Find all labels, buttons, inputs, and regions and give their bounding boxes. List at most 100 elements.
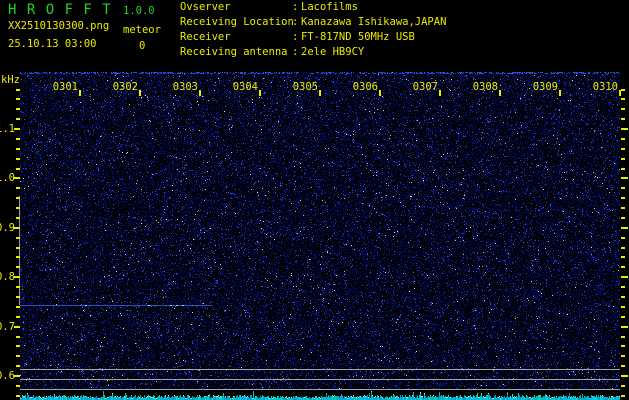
info-colon: : [292,16,298,28]
y-axis-tick-label: 0.9 [0,222,14,234]
axis-tick [16,118,20,120]
axis-tick [621,148,625,150]
axis-tick [621,286,625,288]
axis-tick [16,365,20,367]
axis-tick [621,276,628,278]
x-axis-tick-label: 0301 [48,81,78,93]
x-axis-tick-label: 0303 [168,81,198,93]
axis-tick [16,266,20,268]
info-row: Receiving Location:Kanazawa Ishikawa,JAP… [180,16,480,31]
axis-tick [16,148,20,150]
info-colon: : [292,31,298,43]
axis-tick [621,345,625,347]
info-label: Receiver [180,31,231,43]
axis-tick [16,247,20,249]
axis-tick [379,90,381,96]
axis-tick [621,118,625,120]
axis-tick [559,90,561,96]
axis-tick [16,286,20,288]
info-colon: : [292,1,298,13]
axis-tick [621,256,625,258]
y-axis-tick-label: 0.7 [0,321,14,333]
axis-tick [621,326,628,328]
y-axis-tick-label: 0.8 [0,271,14,283]
axis-tick [621,385,625,387]
axis-tick [621,365,625,367]
axis-tick [16,217,20,219]
axis-tick [16,187,20,189]
axis-tick [621,237,625,239]
app-version: 1.0.0 [123,6,155,18]
x-axis-tick-label: 0304 [228,81,258,93]
axis-tick [14,326,20,328]
info-value: Lacofilms [301,1,358,13]
axis-tick [499,90,501,96]
axis-tick [14,177,20,179]
axis-tick [621,197,625,199]
axis-tick [14,375,20,377]
axis-tick [621,89,625,91]
axis-tick [14,276,20,278]
info-value: Kanazawa Ishikawa,JAPAN [301,16,446,28]
meteor-count: 0 [139,41,145,53]
hrofft-window: H R O F F T 1.0.0 XX2510130300.png meteo… [0,0,629,400]
axis-tick [16,168,20,170]
axis-tick [16,336,20,338]
axis-tick [16,355,20,357]
axis-tick [621,128,628,130]
y-axis-unit-label: kHz [1,75,20,87]
axis-tick [14,128,20,130]
axis-tick [16,98,20,100]
app-title: H R O F F T [8,3,112,18]
axis-tick [16,138,20,140]
axis-tick [79,90,81,96]
axis-tick [16,237,20,239]
axis-tick [621,336,625,338]
axis-tick [319,90,321,96]
axis-tick [199,90,201,96]
x-axis-tick-label: 0307 [408,81,438,93]
axis-tick [14,227,20,229]
axis-tick [619,90,621,96]
axis-tick [16,207,20,209]
axis-tick [621,306,625,308]
axis-tick [621,266,625,268]
observation-datetime: 25.10.13 03:00 [8,39,97,51]
axis-tick [621,98,625,100]
axis-tick [439,90,441,96]
axis-tick [16,306,20,308]
axis-tick [621,108,625,110]
info-colon: : [292,46,298,58]
axis-tick [16,345,20,347]
y-axis-tick-label: 0.6 [0,370,14,382]
x-axis-tick-label: 0310 [588,81,618,93]
axis-tick [16,158,20,160]
info-row: Receiving antenna:2ele HB9CY [180,46,480,61]
axis-tick [16,395,20,397]
axis-tick [621,217,625,219]
info-value: 2ele HB9CY [301,46,364,58]
axis-tick [16,296,20,298]
y-axis-tick-label: 1.0 [0,172,14,184]
info-row: Receiver:FT-817ND 50MHz USB [180,31,480,46]
axis-tick [621,187,625,189]
axis-tick [621,296,625,298]
x-axis-tick-label: 0302 [108,81,138,93]
info-row: Ovserver:Lacofilms [180,1,480,16]
axis-tick [621,177,628,179]
axis-tick [16,256,20,258]
output-filename: XX2510130300.png [8,21,109,33]
axis-tick [621,227,628,229]
axis-tick [621,158,625,160]
x-axis-tick-label: 0305 [288,81,318,93]
axis-tick [621,395,625,397]
axis-tick [621,375,628,377]
axis-tick [259,90,261,96]
info-value: FT-817ND 50MHz USB [301,31,415,43]
axis-tick [16,316,20,318]
axis-tick [16,108,20,110]
axis-tick [621,247,625,249]
info-label: Ovserver [180,1,231,13]
info-label: Receiving antenna [180,46,287,58]
meteor-mode-label: meteor [123,25,161,37]
